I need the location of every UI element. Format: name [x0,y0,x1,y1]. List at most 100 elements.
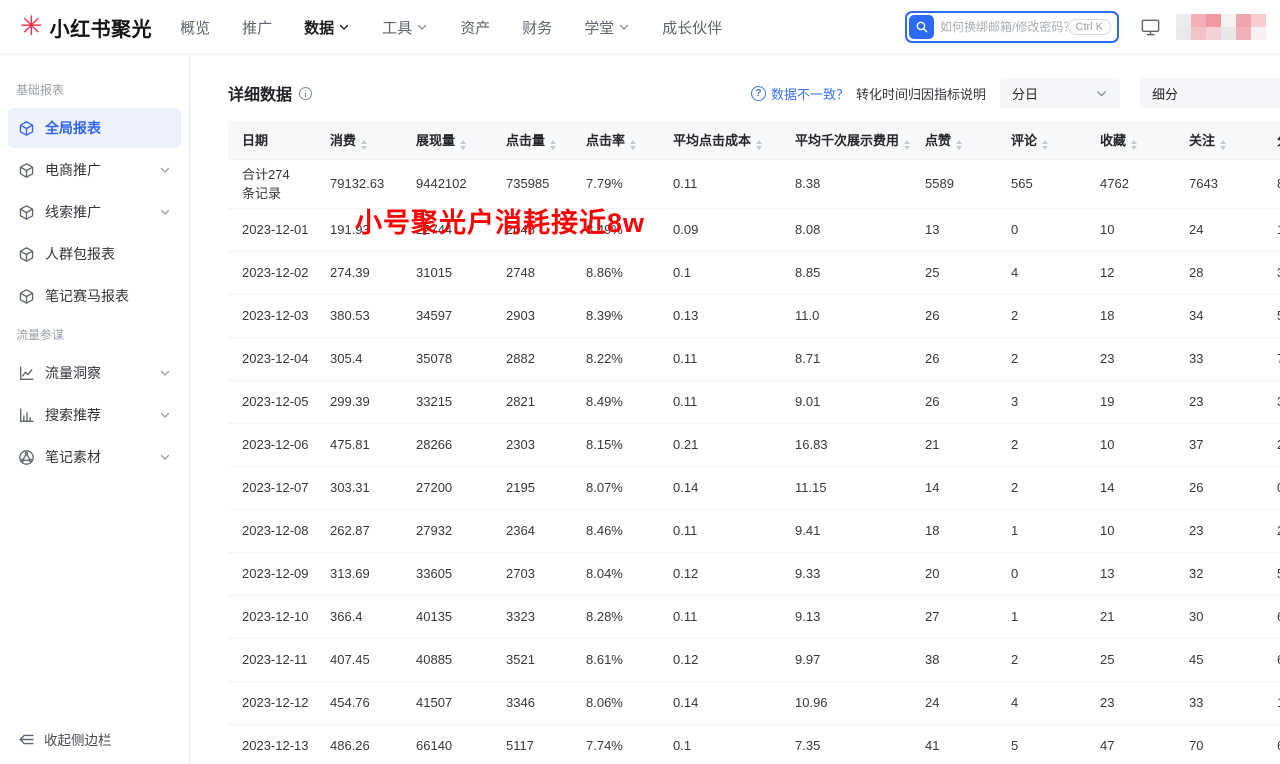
sort-carets-icon[interactable] [550,140,556,150]
column-header[interactable]: 展现量 [402,121,492,159]
redaction-pixel [1251,27,1266,40]
table-cell: 9.97 [781,638,911,681]
table-cell: 7.35 [781,724,911,764]
table-cell: 9.13 [781,595,911,638]
sort-carets-icon[interactable] [361,140,367,150]
table-cell: 6 [1263,595,1280,638]
table-cell: 47 [1086,724,1175,764]
nav-item[interactable]: 学堂 [584,17,630,38]
column-header[interactable]: 点击量 [492,121,572,159]
sidebar-item[interactable]: 流量洞察 [8,353,181,393]
nav-item-label: 数据 [304,17,334,38]
table-cell: 2023-12-03 [228,294,316,337]
nav-item[interactable]: 成长伙伴 [662,17,722,38]
table-cell: 10 [1086,208,1175,251]
table-cell: 4 [997,251,1086,294]
nav-item[interactable]: 数据 [304,17,350,38]
table-cell: 2023-12-04 [228,337,316,380]
column-header[interactable]: 收藏 [1086,121,1175,159]
column-header[interactable]: 关注 [1175,121,1263,159]
table-cell: 13 [911,208,997,251]
table-cell: 3323 [492,595,572,638]
nav-item[interactable]: 财务 [522,17,552,38]
sidebar-item-label: 电商推广 [45,160,101,180]
sort-carets-icon[interactable] [756,140,762,150]
sidebar-item[interactable]: 人群包报表 [8,234,181,274]
chevron-down-icon [159,206,171,218]
column-header[interactable]: 平均千次展示费用 [781,121,911,159]
sort-carets-icon[interactable] [956,140,962,150]
sidebar-section-label: 流量参谋 [0,326,189,343]
table-cell: 366.4 [316,595,402,638]
collapse-label: 收起侧边栏 [44,729,112,749]
table-cell: 6 [1263,638,1280,681]
date-granularity-select[interactable]: 分日 [1000,78,1120,108]
sort-carets-icon[interactable] [630,140,636,150]
nav-item[interactable]: 推广 [242,17,272,38]
sidebar-item[interactable]: 搜索推荐 [8,395,181,435]
total-cell: 0.11 [659,159,781,208]
column-header[interactable]: 平均点击成本 [659,121,781,159]
column-header[interactable]: 点赞 [911,121,997,159]
info-icon[interactable] [298,86,313,101]
table-cell: 20 [911,552,997,595]
segment-select[interactable]: 细分 [1140,78,1280,108]
table-cell: 2303 [492,423,572,466]
column-header-label: 展现量 [416,133,455,148]
sidebar-item[interactable]: 线索推广 [8,192,181,232]
column-header[interactable]: 分享 [1263,121,1280,159]
table-cell: 33215 [402,380,492,423]
sort-carets-icon[interactable] [1220,140,1226,150]
table-cell: 21 [911,423,997,466]
table-cell: 10 [1086,509,1175,552]
table-row: 2023-12-05299.393321528218.49%0.119.0126… [228,380,1280,423]
table-cell: 0.21 [659,423,781,466]
table-cell: 34597 [402,294,492,337]
sidebar-item[interactable]: 笔记素材 [8,437,181,477]
attribution-note[interactable]: 转化时间归因指标说明 [856,84,986,103]
total-cell: 565 [997,159,1086,208]
table-cell: 18 [911,509,997,552]
sort-carets-icon[interactable] [904,140,910,150]
table-cell: 33 [1175,681,1263,724]
search-input[interactable] [940,20,1068,34]
sidebar-item[interactable]: 电商推广 [8,150,181,190]
nav-item[interactable]: 资产 [460,17,490,38]
app-logo[interactable]: ✳ 小红书聚光 [20,13,152,42]
column-header[interactable]: 消费 [316,121,402,159]
sidebar-item[interactable]: 笔记赛马报表 [8,276,181,316]
cube-icon [18,162,35,179]
table-cell: 19 [1086,380,1175,423]
collapse-sidebar-button[interactable]: 收起侧边栏 [0,714,189,764]
sort-carets-icon[interactable] [1042,140,1048,150]
nav-item[interactable]: 概览 [180,17,210,38]
sidebar-item[interactable]: 全局报表 [8,108,181,148]
monitor-icon[interactable] [1139,16,1162,39]
table-cell: 0.11 [659,380,781,423]
table-cell: 2023-12-08 [228,509,316,552]
table-cell: 5117 [492,724,572,764]
nav-item[interactable]: 工具 [382,17,428,38]
nav-item-label: 概览 [180,17,210,38]
redaction-pixel [1191,14,1206,27]
sort-carets-icon[interactable] [1131,140,1137,150]
user-account-redacted[interactable] [1176,14,1266,40]
table-cell: 8.85 [781,251,911,294]
question-circle-icon[interactable] [751,86,766,101]
search-button[interactable] [909,15,934,39]
data-mismatch-link[interactable]: 数据不一致？ [771,84,849,103]
table-cell: 6 [1263,724,1280,764]
chevron-down-icon [618,21,630,33]
table-cell: 1 [997,595,1086,638]
column-header[interactable]: 点击率 [572,121,659,159]
global-search[interactable]: Ctrl K [905,11,1119,43]
table-cell: 303.31 [316,466,402,509]
sort-carets-icon[interactable] [460,140,466,150]
chevron-down-icon [1095,87,1108,100]
topbar: ✳ 小红书聚光 概览 推广 数据 工具 资产 财务 学堂 成长伙伴 Ctrl K [0,0,1280,55]
sidebar-item-label: 笔记素材 [45,447,101,467]
chevron-down-icon [159,367,171,379]
column-header[interactable]: 评论 [997,121,1086,159]
chevron-down-icon [338,21,350,33]
table-cell: 0.12 [659,638,781,681]
